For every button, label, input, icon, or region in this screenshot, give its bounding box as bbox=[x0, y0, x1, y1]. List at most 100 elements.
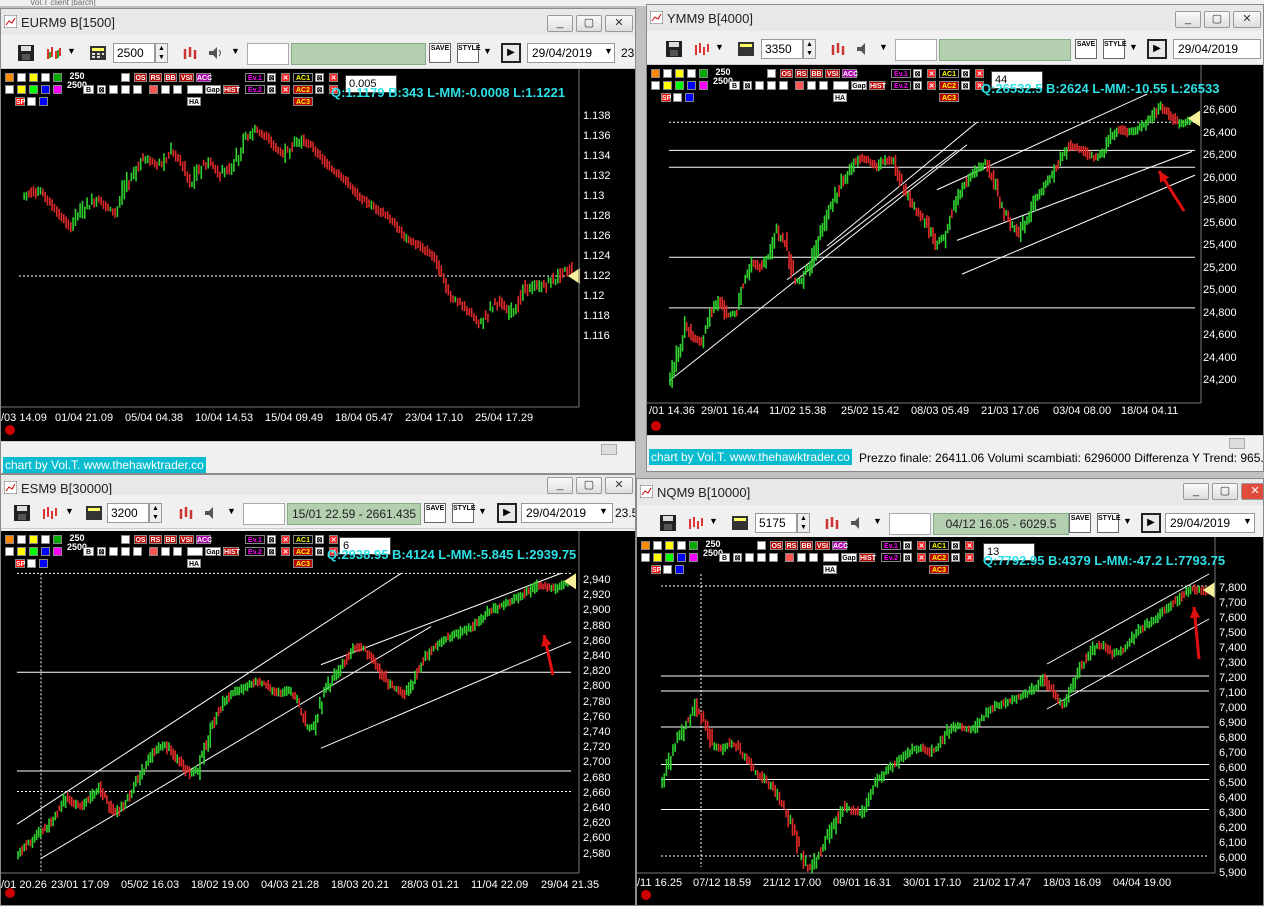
indicator-hist[interactable]: HIST bbox=[859, 553, 876, 562]
zoom-icon[interactable]: ⊠ bbox=[315, 547, 324, 556]
candles-icon[interactable] bbox=[181, 44, 199, 62]
ym-price-plot[interactable] bbox=[647, 65, 1263, 435]
color-swatch[interactable] bbox=[29, 547, 38, 556]
tool-icon[interactable] bbox=[785, 553, 794, 562]
save-button[interactable]: SAVE bbox=[1069, 513, 1091, 533]
time-field[interactable]: 23.5 bbox=[615, 506, 635, 526]
close-icon[interactable]: ✕ bbox=[927, 69, 936, 78]
chevron-down-icon[interactable]: ▼ bbox=[715, 42, 724, 62]
save-disk-icon[interactable] bbox=[13, 504, 31, 522]
eur-scrollbar[interactable] bbox=[1, 441, 635, 457]
chevron-down-icon[interactable]: ▼ bbox=[67, 46, 76, 66]
color-swatch[interactable] bbox=[17, 85, 26, 94]
close-icon[interactable]: ✕ bbox=[917, 541, 926, 550]
color-swatch[interactable] bbox=[39, 97, 48, 106]
color-swatch[interactable] bbox=[27, 97, 36, 106]
color-swatch[interactable] bbox=[41, 85, 50, 94]
play-button[interactable]: ▶ bbox=[1147, 39, 1167, 59]
tool-icon[interactable] bbox=[769, 553, 778, 562]
nq-chart[interactable]: 250 2500 OS RS BB VSI ACC Ev.1 ⊠ ✕ AC1 ⊠ ✕ B ⊠ Gap HIST… bbox=[637, 537, 1263, 905]
zoom-icon[interactable]: ⊠ bbox=[97, 85, 106, 94]
lock-icon[interactable] bbox=[5, 73, 14, 82]
indicator-hist[interactable]: HIST bbox=[223, 85, 240, 94]
save-button[interactable]: SAVE bbox=[1075, 39, 1097, 59]
play-button[interactable]: ▶ bbox=[1141, 513, 1161, 533]
bar-mode-icon[interactable]: B bbox=[729, 81, 740, 90]
indicator-os[interactable]: OS bbox=[134, 535, 147, 544]
indicator-rs[interactable]: RS bbox=[795, 69, 808, 78]
chevron-down-icon[interactable]: ▼ bbox=[227, 506, 236, 526]
ym-empty-field[interactable] bbox=[895, 39, 937, 61]
indicator-ev2[interactable]: Ev.2 bbox=[881, 553, 901, 562]
lock-icon[interactable] bbox=[651, 69, 660, 78]
close-button[interactable]: ✕ bbox=[1233, 11, 1261, 28]
flag-icon[interactable] bbox=[121, 73, 130, 82]
chevron-down-icon[interactable]: ▼ bbox=[65, 506, 74, 526]
close-icon[interactable]: ✕ bbox=[917, 553, 926, 562]
bar-count-spinner[interactable]: ▲ ▼ bbox=[149, 503, 162, 523]
speaker-icon[interactable] bbox=[855, 40, 873, 58]
tool-icon[interactable] bbox=[109, 85, 118, 94]
close-icon[interactable]: ✕ bbox=[927, 81, 936, 90]
tool-icon[interactable] bbox=[133, 85, 142, 94]
color-swatch[interactable] bbox=[663, 81, 672, 90]
tool-icon[interactable] bbox=[187, 85, 203, 94]
indicator-ac1[interactable]: AC1 bbox=[929, 541, 949, 550]
calculator-icon[interactable] bbox=[731, 514, 749, 532]
tool-icon[interactable] bbox=[161, 85, 170, 94]
chart-type-icon[interactable] bbox=[687, 514, 705, 532]
bar-count-input[interactable]: 3200 bbox=[107, 503, 149, 523]
sp-button[interactable]: SP bbox=[15, 559, 25, 568]
gap-button[interactable]: Gap bbox=[205, 85, 221, 94]
date-picker[interactable]: 29/04/2019 bbox=[1165, 513, 1255, 533]
color-swatch[interactable] bbox=[685, 93, 694, 102]
close-icon[interactable]: ✕ bbox=[965, 541, 974, 550]
play-button[interactable]: ▶ bbox=[497, 503, 517, 523]
indicator-ac1[interactable]: AC1 bbox=[293, 535, 313, 544]
ray-tool-icon[interactable] bbox=[687, 69, 696, 78]
line-tool-icon[interactable] bbox=[653, 541, 662, 550]
style-button[interactable]: STYLE bbox=[1103, 39, 1127, 59]
close-icon[interactable]: ✕ bbox=[281, 73, 290, 82]
indicator-ac3[interactable]: AC3 bbox=[293, 559, 313, 568]
maximize-button[interactable]: ▢ bbox=[576, 477, 602, 494]
zoom-icon[interactable]: ⊠ bbox=[951, 553, 960, 562]
color-swatch[interactable] bbox=[653, 553, 662, 562]
box-tool-icon[interactable] bbox=[689, 541, 698, 550]
close-icon[interactable]: ✕ bbox=[329, 535, 338, 544]
indicator-vsi[interactable]: VSI bbox=[179, 73, 194, 82]
tool-icon[interactable] bbox=[807, 81, 816, 90]
line-tool-icon[interactable] bbox=[663, 69, 672, 78]
zoom-icon[interactable]: ⊠ bbox=[315, 535, 324, 544]
indicator-os[interactable]: OS bbox=[134, 73, 147, 82]
indicator-acc[interactable]: ACC bbox=[832, 541, 848, 550]
save-button[interactable]: SAVE bbox=[424, 503, 446, 523]
indicator-ev2[interactable]: Ev.2 bbox=[245, 547, 265, 556]
fib-tool-icon[interactable] bbox=[29, 535, 38, 544]
indicator-hist[interactable]: HIST bbox=[869, 81, 886, 90]
save-button[interactable]: SAVE bbox=[429, 43, 451, 63]
bar-mode-icon[interactable]: B bbox=[83, 85, 94, 94]
eur-empty-field[interactable] bbox=[247, 43, 289, 65]
line-tool-icon[interactable] bbox=[17, 73, 26, 82]
color-swatch[interactable] bbox=[651, 81, 660, 90]
calculator-icon[interactable] bbox=[85, 504, 103, 522]
color-swatch[interactable] bbox=[663, 565, 672, 574]
tool-icon[interactable] bbox=[823, 553, 839, 562]
indicator-ac2[interactable]: AC2 bbox=[939, 81, 959, 90]
tool-icon[interactable] bbox=[121, 547, 130, 556]
calculator-icon[interactable] bbox=[737, 40, 755, 58]
indicator-vsi[interactable]: VSI bbox=[825, 69, 840, 78]
calculator-icon[interactable] bbox=[89, 44, 107, 62]
chevron-down-icon[interactable]: ▼ bbox=[478, 506, 487, 526]
indicator-ac1[interactable]: AC1 bbox=[939, 69, 959, 78]
tool-icon[interactable] bbox=[755, 81, 764, 90]
indicator-ac2[interactable]: AC2 bbox=[293, 547, 313, 556]
indicator-hist[interactable]: HIST bbox=[223, 547, 240, 556]
tool-icon[interactable] bbox=[121, 85, 130, 94]
color-swatch[interactable] bbox=[5, 85, 14, 94]
indicator-bb[interactable]: BB bbox=[164, 535, 177, 544]
zoom-icon[interactable]: ⊠ bbox=[267, 535, 276, 544]
tool-icon[interactable] bbox=[819, 81, 828, 90]
chart-type-icon[interactable] bbox=[41, 504, 59, 522]
